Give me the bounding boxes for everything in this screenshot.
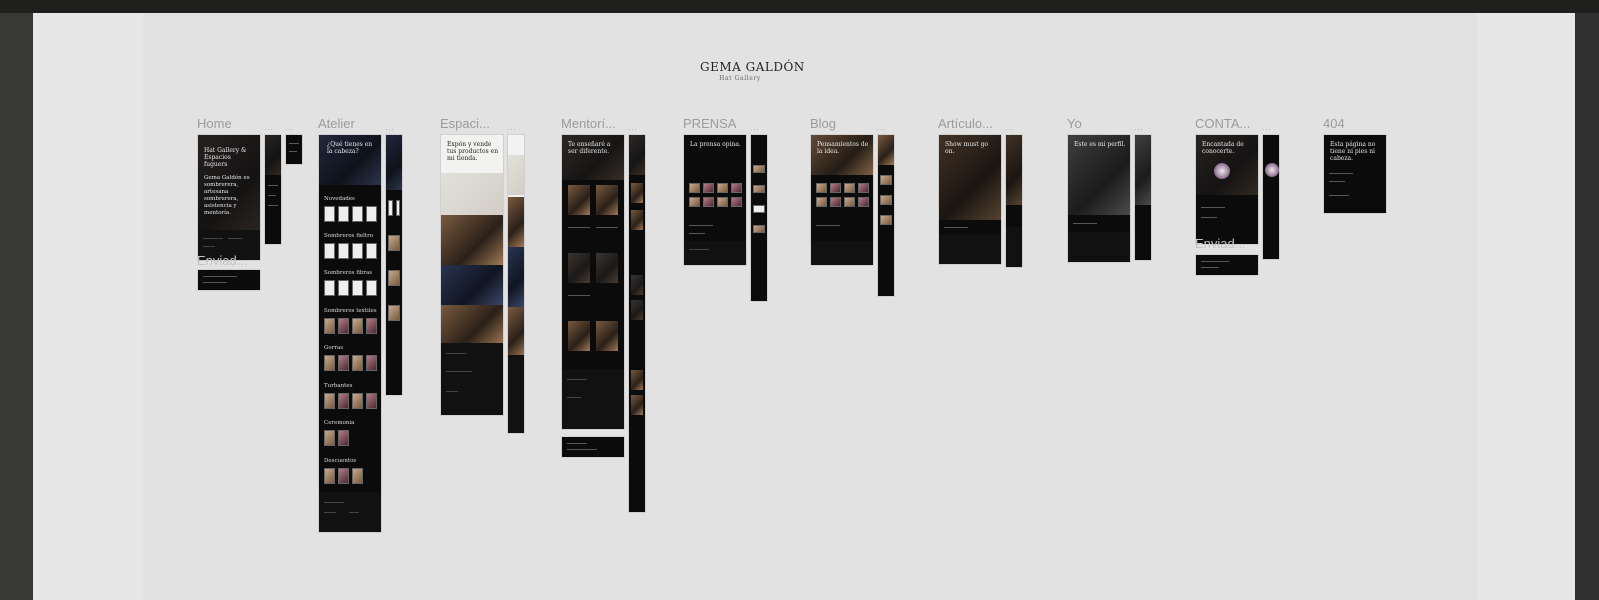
frame-espacios-desktop[interactable]: Expón y vende tus productos en mi tienda…: [440, 134, 504, 416]
frame-label-contacto-enviado[interactable]: Enviad...: [1195, 237, 1246, 251]
frame-label-mentoria-tablet[interactable]: ...: [628, 124, 638, 132]
frame-blog-tablet[interactable]: [877, 134, 895, 297]
home-text: Gema Galdón es sombrerera, artesana somb…: [204, 175, 250, 216]
section-novedades: Novedades: [324, 196, 355, 202]
brand-name: GEMA GALDÓN: [700, 60, 805, 74]
section-descuentos: Descuentos: [324, 458, 357, 464]
mentoria-title: Te enseñaré a ser diferente.: [568, 141, 611, 155]
frame-contacto-desktop[interactable]: Encantada de conocerte.: [1195, 134, 1259, 245]
frame-home-enviado[interactable]: [197, 269, 261, 291]
frame-label-blog-tablet[interactable]: ...: [877, 124, 887, 132]
brand-subtitle: Hat Gallery: [719, 75, 761, 82]
frame-label-yo[interactable]: Yo: [1067, 116, 1082, 132]
frame-label-contacto-tablet[interactable]: ...: [1262, 124, 1272, 132]
frame-espacios-tablet[interactable]: [507, 134, 525, 434]
yo-title: Este es mi perfil.: [1074, 141, 1126, 148]
frame-label-yo-tablet[interactable]: ...: [1134, 124, 1144, 132]
frame-label-mentoria[interactable]: Mentorí...: [561, 116, 616, 132]
frame-mentoria-tablet[interactable]: [628, 134, 646, 513]
notfound-title: Esta página no tiene ni pies ni cabeza.: [1330, 141, 1376, 162]
frame-label-articulo-tablet[interactable]: ...: [1005, 124, 1015, 132]
frame-label-atelier[interactable]: Atelier: [318, 116, 355, 132]
frame-contacto-enviado[interactable]: [1195, 254, 1259, 276]
frame-label-atelier-tablet[interactable]: ...: [385, 124, 395, 132]
blog-title: Pensamientos de la idea.: [817, 141, 869, 155]
frame-home-tablet[interactable]: [264, 134, 282, 245]
frame-label-blog[interactable]: Blog: [810, 116, 836, 132]
frame-home-desktop[interactable]: Hat Gallery & Espacios fuguers Gema Gald…: [197, 134, 261, 261]
atelier-title: ¿Qué tienes en la cabeza?: [327, 141, 373, 155]
section-fieltro: Sombreros fieltro: [324, 233, 374, 239]
frame-mentoria-variant[interactable]: [561, 436, 625, 458]
brand-logo: GEMA GALDÓN Hat Gallery: [700, 60, 805, 82]
frame-home-mobile[interactable]: [285, 134, 303, 165]
frame-label-contacto[interactable]: CONTA...: [1195, 116, 1250, 132]
frame-prensa-desktop[interactable]: La prensa opina.: [683, 134, 747, 266]
frame-contacto-tablet[interactable]: [1262, 134, 1280, 260]
section-ceremonia: Ceremonia: [324, 420, 355, 426]
frame-404-desktop[interactable]: Esta página no tiene ni pies ni cabeza.: [1323, 134, 1387, 214]
frame-label-home[interactable]: Home: [197, 116, 232, 132]
frame-prensa-tablet[interactable]: [750, 134, 768, 302]
section-gorras: Gorras: [324, 345, 344, 351]
contacto-title: Encantada de conocerte.: [1202, 141, 1244, 155]
left-panel: [0, 13, 33, 600]
frame-blog-desktop[interactable]: Pensamientos de la idea.: [810, 134, 874, 266]
prensa-title: La prensa opina.: [690, 141, 741, 148]
frame-label-home-mobile[interactable]: ...: [285, 124, 295, 132]
frame-mentoria-desktop[interactable]: Te enseñaré a ser diferente.: [561, 134, 625, 430]
frame-label-espacios[interactable]: Espaci...: [440, 116, 490, 132]
frame-articulo-desktop[interactable]: Show must go on.: [938, 134, 1002, 265]
frame-yo-tablet[interactable]: [1134, 134, 1152, 261]
frame-label-prensa-tablet[interactable]: ...: [750, 124, 760, 132]
section-textiles: Sombreros textiles: [324, 308, 377, 314]
design-canvas[interactable]: GEMA GALDÓN Hat Gallery Home ... ... Hat…: [33, 13, 1575, 600]
frame-yo-desktop[interactable]: Este es mi perfil.: [1067, 134, 1131, 263]
espacios-title: Expón y vende tus productos en mi tienda…: [447, 141, 499, 162]
right-panel: [1575, 13, 1599, 600]
frame-label-espacios-tablet[interactable]: ...: [507, 124, 517, 132]
frame-label-404[interactable]: 404: [1323, 116, 1345, 132]
frame-atelier-tablet[interactable]: [385, 134, 403, 396]
frame-label-home-enviado[interactable]: Enviad...: [197, 254, 248, 268]
frame-label-prensa[interactable]: PRENSA: [683, 116, 736, 132]
articulo-title: Show must go on.: [945, 141, 989, 155]
frame-label-home-tablet[interactable]: ...: [264, 124, 274, 132]
frame-articulo-tablet[interactable]: [1005, 134, 1023, 268]
section-turbantes: Turbantes: [324, 383, 353, 389]
frame-atelier-desktop[interactable]: ¿Qué tienes en la cabeza? Novedades Somb…: [318, 134, 382, 533]
home-title: Hat Gallery & Espacios fuguers: [204, 147, 247, 168]
section-fibras: Sombreros fibras: [324, 270, 373, 276]
frame-label-articulo[interactable]: Artículo...: [938, 116, 993, 132]
top-toolbar: [0, 0, 1599, 13]
